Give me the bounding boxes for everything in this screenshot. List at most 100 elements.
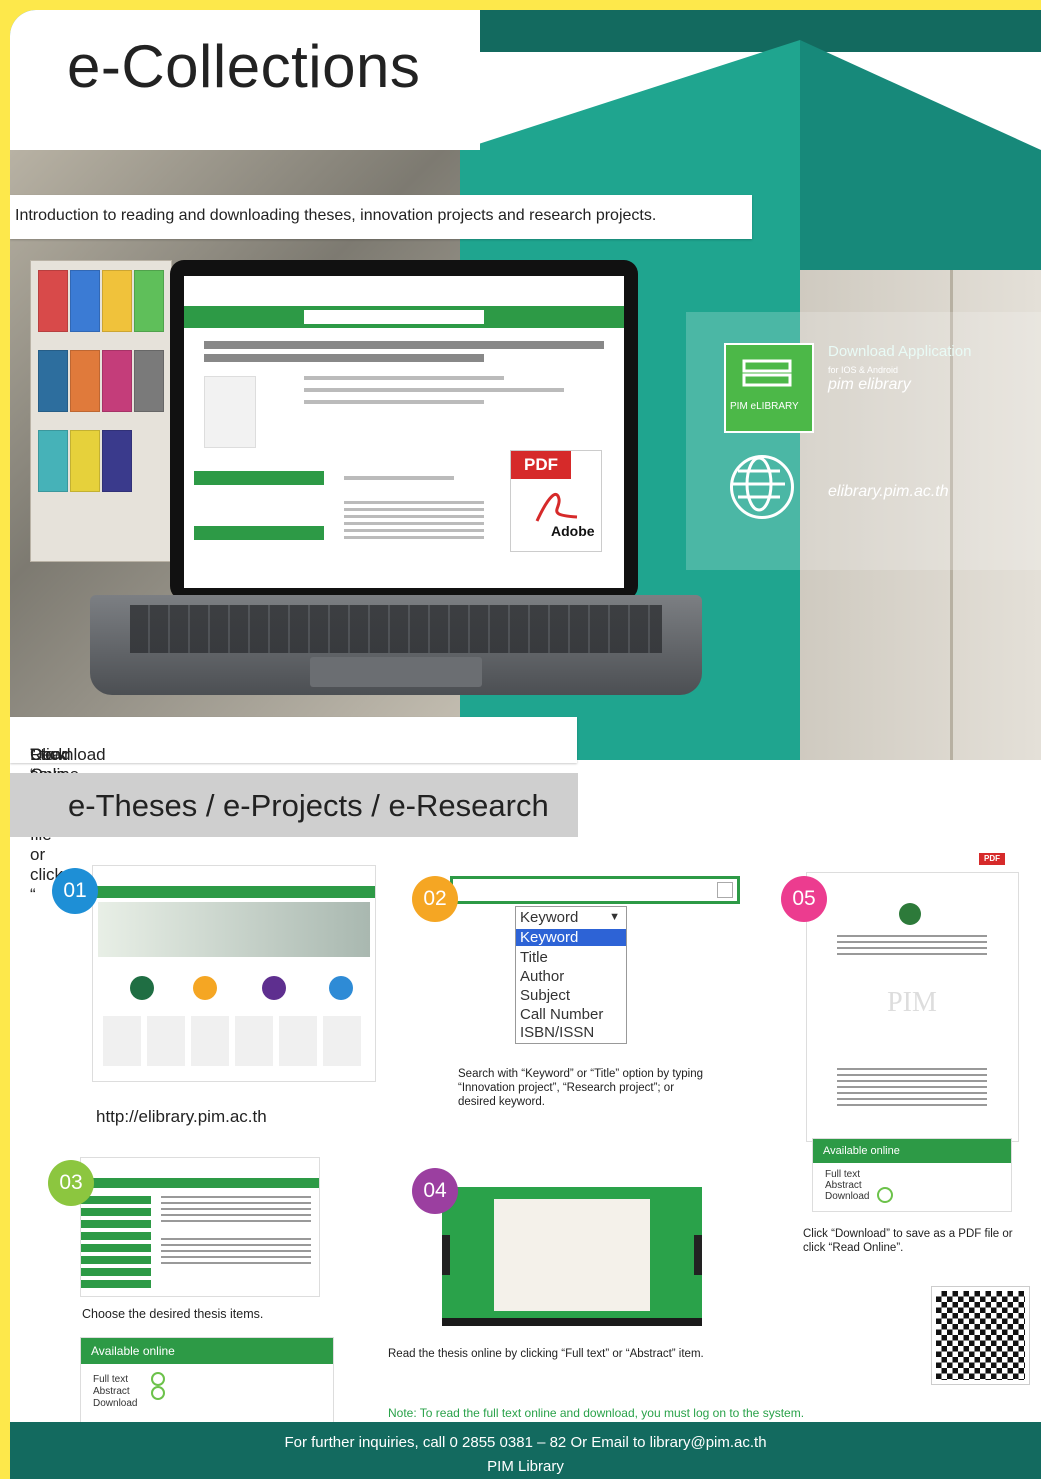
result-item[interactable] xyxy=(161,1238,311,1268)
abstract-link[interactable]: Abstract xyxy=(93,1386,130,1397)
pim-watermark: PIM xyxy=(887,987,937,1018)
category-icon xyxy=(130,976,154,1000)
search-field-dropdown[interactable]: Keyword ▼ Keyword Title Author Subject C… xyxy=(515,906,627,1044)
record-thumbnail xyxy=(204,376,256,448)
book-stack-icon xyxy=(742,359,792,387)
instruction-suffix: ”. xyxy=(30,745,41,764)
full-text-link[interactable]: Full text xyxy=(93,1374,128,1385)
magazine-cover xyxy=(102,270,132,332)
step-04-badge: 04 xyxy=(412,1168,458,1214)
search-results-screenshot xyxy=(80,1157,320,1297)
step-number: 04 xyxy=(423,1179,447,1202)
qr-code[interactable] xyxy=(931,1286,1030,1385)
magazine-cover xyxy=(134,350,164,412)
click-instruction-banner: Click “Download” to save as a PDF file o… xyxy=(10,717,577,904)
record-title-line xyxy=(204,354,484,362)
magazine-cover xyxy=(38,430,68,492)
globe-icon xyxy=(730,455,794,519)
site-navbar xyxy=(93,886,375,898)
site-navbar xyxy=(81,1178,319,1188)
pdf-label: Adobe xyxy=(551,523,595,539)
record-meta-line xyxy=(304,388,564,392)
book-left-page xyxy=(494,1199,572,1311)
section-title-bar: e-Theses / e-Projects / e-Research xyxy=(10,773,578,837)
intro-text: Introduction to reading and downloading … xyxy=(15,207,657,224)
pdf-tag: PDF xyxy=(511,451,571,479)
pim-elibrary-app-icon: PIM eLIBRARY xyxy=(724,343,814,433)
next-page-button[interactable] xyxy=(694,1235,702,1275)
magazine-cover xyxy=(70,350,100,412)
abstract-link[interactable]: Abstract xyxy=(825,1180,862,1191)
prev-page-button[interactable] xyxy=(442,1235,450,1275)
check-icon xyxy=(151,1386,165,1400)
available-online-heading: Available online xyxy=(813,1139,1011,1163)
page-title: e-Collections xyxy=(67,33,421,100)
download-link[interactable]: Download xyxy=(825,1191,869,1202)
step-05-caption: Click “Download” to save as a PDF file o… xyxy=(803,1228,1013,1254)
thesis-cover-preview: PIM xyxy=(806,872,1019,1142)
reader-toolbar xyxy=(442,1318,702,1326)
thesis-thumbnails xyxy=(103,1016,365,1066)
magazine-cover xyxy=(70,430,100,492)
search-bar[interactable] xyxy=(450,876,740,904)
category-icon xyxy=(193,976,217,1000)
trackpad xyxy=(310,657,482,687)
available-online-heading: Available online xyxy=(81,1338,333,1364)
pdf-mini-tag: PDF xyxy=(979,853,1005,865)
available-online-box: Available online Full text Abstract Down… xyxy=(80,1337,334,1423)
adobe-logo-icon xyxy=(535,493,578,522)
check-icon xyxy=(151,1372,165,1386)
site-search-box xyxy=(304,310,484,324)
available-online-bar xyxy=(194,471,324,485)
download-application-label: Download Application xyxy=(828,343,972,360)
record-meta-line xyxy=(304,376,504,380)
filter-sidebar xyxy=(81,1196,151,1290)
intro-banner: Introduction to reading and downloading … xyxy=(10,195,752,239)
dropdown-selected-value[interactable]: Keyword xyxy=(520,909,578,926)
book-right-page xyxy=(572,1199,650,1311)
dropdown-option[interactable]: Keyword xyxy=(516,929,626,946)
step-02-badge: 02 xyxy=(412,876,458,922)
record-description xyxy=(344,501,484,541)
thesis-author-lines xyxy=(837,1068,987,1108)
dropdown-option[interactable]: Subject xyxy=(520,987,570,1004)
app-icon-label: PIM eLIBRARY xyxy=(730,401,799,412)
magazine-cover xyxy=(38,350,68,412)
step-04-caption: Read the thesis online by clicking “Full… xyxy=(388,1348,704,1360)
elibrary-homepage-screenshot xyxy=(92,865,376,1082)
result-item[interactable] xyxy=(161,1196,311,1226)
website-url[interactable]: elibrary.pim.ac.th xyxy=(828,483,949,501)
dropdown-option[interactable]: Author xyxy=(520,968,564,985)
record-title-line xyxy=(204,341,604,349)
keyboard-keys xyxy=(130,605,662,653)
available-online-box: Available online Full text Abstract Down… xyxy=(812,1138,1012,1212)
magazine-cover xyxy=(38,270,68,332)
elibrary-url[interactable]: http://elibrary.pim.ac.th xyxy=(96,1107,267,1127)
step-03-badge: 03 xyxy=(48,1160,94,1206)
step-02-caption: Search with “Keyword” or “Title” option … xyxy=(458,1068,704,1108)
dropdown-option[interactable]: Call Number xyxy=(520,1006,603,1023)
magazine-cover xyxy=(102,430,132,492)
search-icon[interactable] xyxy=(717,882,733,898)
step-01-badge: 01 xyxy=(52,868,98,914)
dropdown-option[interactable]: Title xyxy=(520,949,548,966)
dropdown-option[interactable]: ISBN/ISSN xyxy=(520,1024,594,1041)
download-link[interactable]: Download xyxy=(93,1398,137,1409)
category-icon xyxy=(262,976,286,1000)
full-text-link[interactable]: Full text xyxy=(825,1169,860,1180)
chevron-down-icon[interactable]: ▼ xyxy=(609,911,620,923)
step-05-badge: 05 xyxy=(781,876,827,922)
step-03-caption: Choose the desired thesis items. xyxy=(82,1307,264,1321)
step-number: 03 xyxy=(59,1171,83,1194)
category-icon xyxy=(329,976,353,1000)
laptop-keyboard xyxy=(90,595,702,695)
pdf-file-icon: PDF xyxy=(979,853,1019,893)
record-meta-line xyxy=(304,400,484,404)
contact-info: For further inquiries, call 0 2855 0381 … xyxy=(284,1434,767,1451)
record-meta-line xyxy=(344,476,454,480)
magazine-cover xyxy=(70,270,100,332)
step-number: 01 xyxy=(63,879,87,902)
university-seal-icon xyxy=(899,903,921,925)
platforms-label: for IOS & Android xyxy=(828,365,899,375)
location-bar xyxy=(194,526,324,540)
